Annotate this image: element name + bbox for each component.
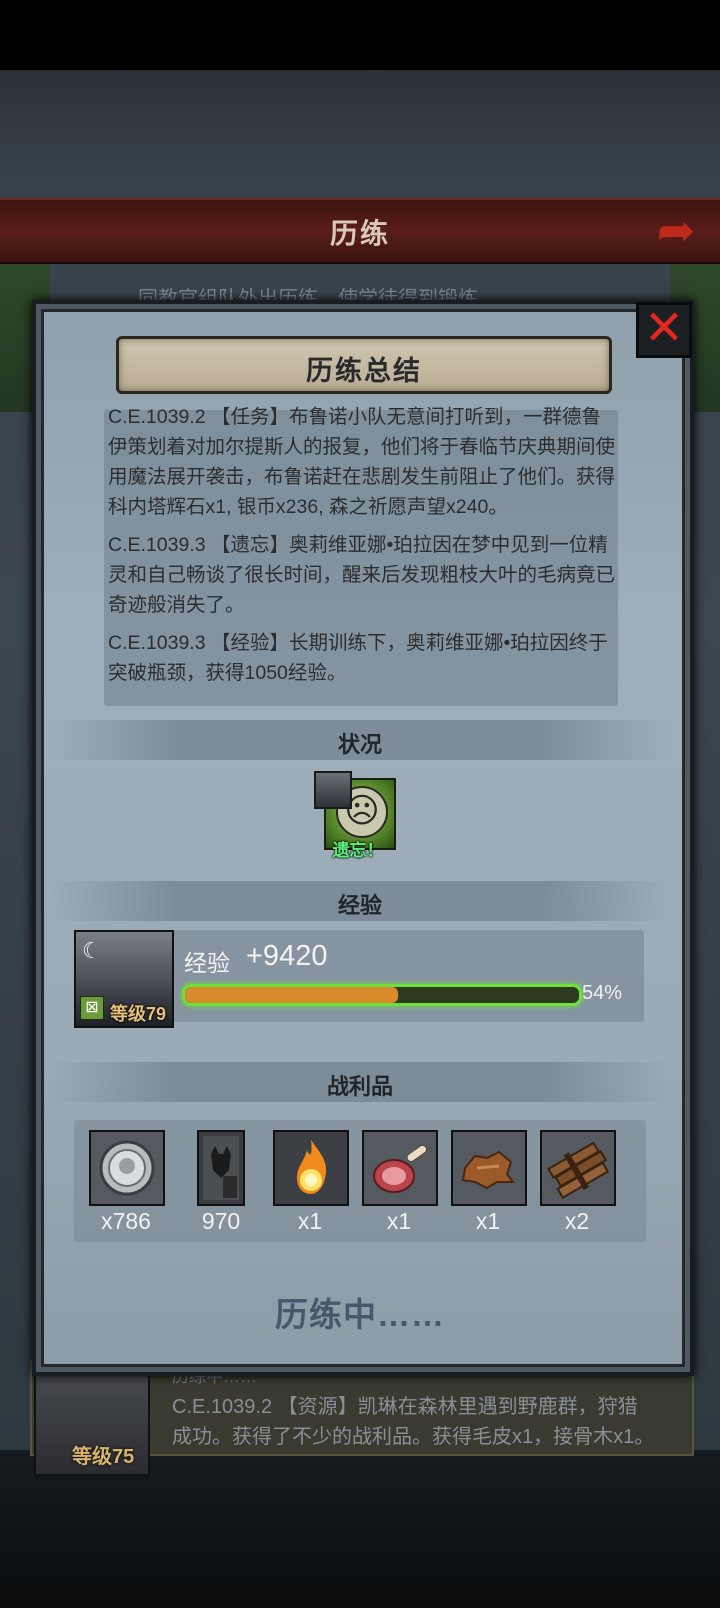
loot-count: x1 [386,1208,412,1234]
experience-label: 经验 [184,950,230,976]
loot-item[interactable]: 970 [184,1130,258,1235]
experience-percent: 54% [582,982,623,1004]
wood-planks-icon [540,1130,616,1206]
experience-progress-bar [182,984,582,1006]
log-entry: C.E.1039.3 【经验】长期训练下，奥莉维亚娜•珀拉因终于突破瓶颈，获得1… [108,632,608,684]
loot-item[interactable]: x1 [362,1130,438,1235]
loot-count: x786 [101,1208,151,1234]
loot-count: x2 [564,1208,590,1234]
section-header-experience: 经验 [50,881,670,921]
background-log-line: C.E.1039.2 【资源】凯琳在森林里遇到野鹿群，狩猎 [172,1396,638,1418]
section-label: 状况 [337,732,382,757]
title-banner: 历练总结 [116,336,612,394]
background-log-line: 成功。获得了不少的战利品。获得毛皮x1，接骨木x1。 [172,1426,655,1448]
fire-orb-icon [273,1130,349,1206]
section-header-status: 状况 [50,720,670,760]
experience-gain: +9420 [246,940,328,972]
experience-progress-fill [185,987,398,1003]
section-label: 经验 [337,893,382,918]
panel-title: 历练总结 [306,356,422,386]
log-entry: C.E.1039.3 【遗忘】奥莉维亚娜•珀拉因在梦中见到一位精灵和自己畅谈了很… [108,534,616,616]
silver-coin-icon [89,1130,165,1206]
loot-item[interactable]: x786 [89,1130,165,1235]
fur-pelt-icon [451,1130,527,1206]
status-character-avatar [314,771,352,809]
loot-count: 970 [201,1208,241,1234]
back-arrow-icon[interactable]: ➦ [646,206,706,254]
loot-count: x1 [297,1208,323,1234]
loot-count: x1 [475,1208,501,1234]
status-effect-label: 遗忘！ [332,841,384,860]
meat-leg-icon [362,1130,438,1206]
close-icon[interactable]: ✕ [636,302,692,358]
background-character-level: 等级75 [72,1446,135,1468]
class-icon: ⊠ [80,996,104,1020]
loot-item[interactable]: x1 [273,1130,349,1235]
log-entry: C.E.1039.2 【任务】布鲁诺小队无意间打听到，一群德鲁伊策划着对加尔提斯… [108,406,616,518]
background-header: 历练 ➦ [0,198,720,264]
loot-item[interactable]: x2 [540,1130,616,1235]
moon-icon: ☾ [82,938,102,963]
training-status-text: 历练中…… [275,1296,445,1333]
status-bar-area [0,0,720,70]
loot-item[interactable]: x1 [451,1130,527,1235]
section-label: 战利品 [326,1074,393,1099]
bull-banner-icon [197,1130,245,1206]
background-title: 历练 [329,218,390,249]
character-level: 等级79 [110,1004,167,1024]
character-portrait[interactable]: ☾ ⊠ 等级79 [74,930,174,1028]
section-header-loot: 战利品 [50,1062,670,1102]
